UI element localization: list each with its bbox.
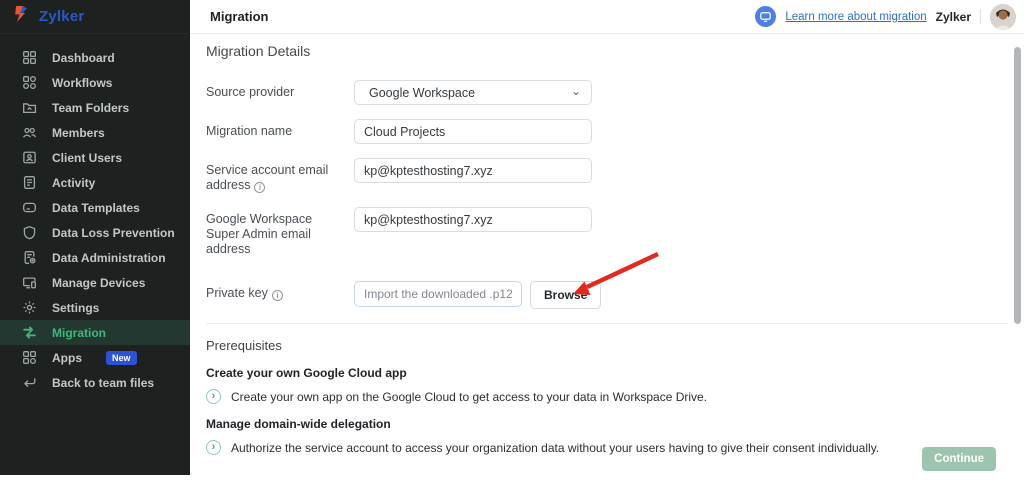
brand-logo-row[interactable]: Zylker bbox=[0, 0, 190, 34]
info-icon[interactable]: i bbox=[272, 290, 283, 301]
prerequisites-section: Prerequisites Create your own Google Clo… bbox=[206, 338, 1024, 455]
prerequisites-title: Prerequisites bbox=[206, 338, 1024, 353]
field-label: Source provider bbox=[206, 80, 354, 100]
browse-button[interactable]: Browse bbox=[530, 281, 601, 309]
sidebar-item-label: Activity bbox=[52, 176, 95, 190]
sidebar-item-back-to-team-files[interactable]: Back to team files bbox=[0, 370, 190, 395]
field-label: Google Workspace Super Admin email addre… bbox=[206, 207, 354, 257]
prerequisite-heading: Create your own Google Cloud app bbox=[206, 366, 1024, 380]
sidebar-item-data-loss-prevention[interactable]: Data Loss Prevention bbox=[0, 220, 190, 245]
field-label: Service account email addressi bbox=[206, 158, 354, 193]
workflows-icon bbox=[22, 75, 37, 90]
migration-content: Migration Details Source provider Google… bbox=[190, 43, 1024, 484]
sidebar-item-migration[interactable]: Migration bbox=[0, 320, 190, 345]
sidebar-item-label: Settings bbox=[52, 301, 99, 315]
migration-form: Source provider Google Workspace ⌄ Migra… bbox=[206, 80, 1024, 309]
sidebar-item-label: Manage Devices bbox=[52, 276, 145, 290]
learn-more-link[interactable]: Learn more about migration bbox=[785, 11, 926, 23]
migration-sync-icon bbox=[22, 325, 37, 340]
sidebar-item-dashboard[interactable]: Dashboard bbox=[0, 45, 190, 70]
apps-grid-icon bbox=[22, 350, 37, 365]
form-row-private-key: Private keyi Browse bbox=[206, 281, 1024, 309]
private-key-input[interactable] bbox=[354, 281, 522, 307]
zylker-bolt-icon bbox=[13, 4, 31, 29]
main-area: Migration Learn more about migration Zyl… bbox=[190, 0, 1024, 475]
info-icon[interactable]: i bbox=[254, 182, 265, 193]
sidebar-item-label: Data Administration bbox=[52, 251, 166, 265]
prerequisite-item: › Authorize the service account to acces… bbox=[206, 440, 1024, 455]
sidebar-item-label: Data Loss Prevention bbox=[52, 226, 175, 240]
page-title: Migration bbox=[210, 9, 269, 24]
sidebar-item-workflows[interactable]: Workflows bbox=[0, 70, 190, 95]
sidebar-item-team-folders[interactable]: Team Folders bbox=[0, 95, 190, 120]
chevron-right-circle-icon[interactable]: › bbox=[206, 389, 221, 404]
sidebar-item-label: Members bbox=[52, 126, 105, 140]
migration-name-input[interactable] bbox=[354, 119, 592, 144]
shield-icon bbox=[22, 225, 37, 240]
sidebar-item-data-templates[interactable]: Data Templates bbox=[0, 195, 190, 220]
sidebar-item-label: Team Folders bbox=[52, 101, 129, 115]
sidebar-item-client-users[interactable]: Client Users bbox=[0, 145, 190, 170]
devices-icon bbox=[22, 275, 37, 290]
sidebar-item-label: Apps bbox=[52, 351, 82, 365]
form-row-super-admin-email: Google Workspace Super Admin email addre… bbox=[206, 207, 1024, 257]
new-badge: New bbox=[106, 351, 137, 365]
sidebar-item-settings[interactable]: Settings bbox=[0, 295, 190, 320]
sidebar-item-apps[interactable]: Apps New bbox=[0, 345, 190, 370]
sidebar-item-label: Workflows bbox=[52, 76, 112, 90]
sidebar-item-activity[interactable]: Activity bbox=[0, 170, 190, 195]
sidebar-item-label: Data Templates bbox=[52, 201, 140, 215]
field-label: Migration name bbox=[206, 119, 354, 139]
sidebar-item-label: Dashboard bbox=[52, 51, 115, 65]
client-users-icon bbox=[22, 150, 37, 165]
topbar-divider bbox=[980, 9, 981, 24]
field-label: Private keyi bbox=[206, 281, 354, 301]
sidebar-item-label: Client Users bbox=[52, 151, 122, 165]
section-title: Migration Details bbox=[206, 43, 1024, 59]
continue-button[interactable]: Continue bbox=[922, 447, 996, 471]
brand-name: Zylker bbox=[39, 8, 84, 25]
chevron-down-icon: ⌄ bbox=[571, 87, 581, 95]
data-templates-icon bbox=[22, 200, 37, 215]
sidebar: Zylker Dashboard Workflows Team Folders … bbox=[0, 0, 190, 475]
members-icon bbox=[22, 125, 37, 140]
prerequisite-heading: Manage domain-wide delegation bbox=[206, 417, 1024, 431]
dashboard-grid-icon bbox=[22, 50, 37, 65]
gear-icon bbox=[22, 300, 37, 315]
sidebar-item-label: Back to team files bbox=[52, 376, 154, 390]
prerequisite-description: Authorize the service account to access … bbox=[231, 441, 879, 455]
sidebar-nav: Dashboard Workflows Team Folders Members… bbox=[0, 45, 190, 395]
account-name: Zylker bbox=[936, 10, 971, 24]
sidebar-item-members[interactable]: Members bbox=[0, 120, 190, 145]
selected-option: Google Workspace bbox=[369, 86, 475, 100]
form-row-source-provider: Source provider Google Workspace ⌄ bbox=[206, 80, 1024, 105]
section-divider bbox=[206, 323, 1008, 324]
topbar-right: Learn more about migration Zylker bbox=[755, 4, 1016, 30]
vertical-scrollbar[interactable] bbox=[1014, 47, 1021, 324]
prerequisite-description: Create your own app on the Google Cloud … bbox=[231, 390, 707, 404]
source-provider-select[interactable]: Google Workspace ⌄ bbox=[354, 80, 592, 105]
activity-icon bbox=[22, 175, 37, 190]
folder-icon bbox=[22, 100, 37, 115]
form-row-migration-name: Migration name bbox=[206, 119, 1024, 144]
sidebar-item-label: Migration bbox=[52, 326, 106, 340]
form-row-service-account-email: Service account email addressi bbox=[206, 158, 1024, 193]
topbar: Migration Learn more about migration Zyl… bbox=[190, 0, 1024, 34]
prerequisite-item: › Create your own app on the Google Clou… bbox=[206, 389, 1024, 404]
chevron-right-circle-icon[interactable]: › bbox=[206, 440, 221, 455]
video-help-icon[interactable] bbox=[755, 6, 776, 27]
super-admin-email-input[interactable] bbox=[354, 207, 592, 232]
sidebar-item-data-administration[interactable]: Data Administration bbox=[0, 245, 190, 270]
back-arrow-icon bbox=[22, 375, 37, 390]
user-avatar[interactable] bbox=[990, 4, 1016, 30]
sidebar-item-manage-devices[interactable]: Manage Devices bbox=[0, 270, 190, 295]
service-account-email-input[interactable] bbox=[354, 158, 592, 183]
data-admin-icon bbox=[22, 250, 37, 265]
